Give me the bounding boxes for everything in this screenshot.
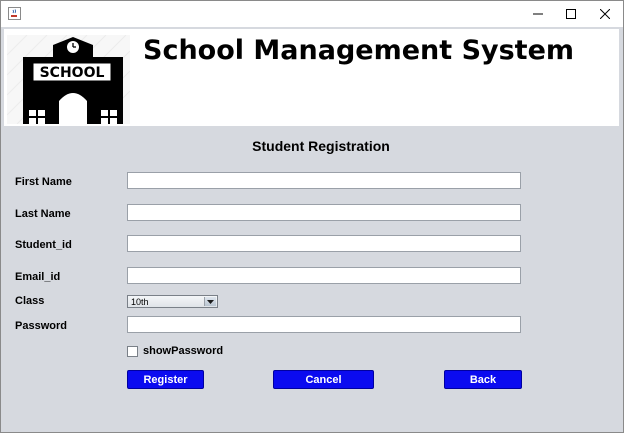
title-bar: [1, 1, 623, 27]
cancel-button[interactable]: Cancel: [273, 370, 374, 389]
class-label: Class: [15, 295, 45, 307]
first-name-label: First Name: [15, 176, 72, 188]
chevron-down-icon: [204, 297, 216, 306]
maximize-button[interactable]: [554, 1, 588, 27]
header-banner: SCHOOL School Management System: [4, 29, 619, 126]
back-button[interactable]: Back: [444, 370, 522, 389]
form-title: Student Registration: [252, 138, 390, 154]
minimize-button[interactable]: [521, 1, 555, 27]
logo-text: SCHOOL: [39, 65, 105, 81]
register-button[interactable]: Register: [127, 370, 204, 389]
show-password-checkbox[interactable]: [127, 346, 138, 357]
school-logo: SCHOOL: [6, 34, 131, 125]
close-icon: [600, 9, 610, 19]
java-cup-icon: [8, 7, 21, 20]
app-title: School Management System: [143, 35, 575, 66]
minimize-icon: [533, 13, 543, 15]
maximize-icon: [566, 9, 576, 19]
last-name-field[interactable]: [127, 204, 521, 221]
show-password-label[interactable]: showPassword: [143, 345, 223, 357]
app-window: SCHOOL School Management System Student …: [0, 0, 624, 433]
class-select[interactable]: 10th: [127, 295, 218, 308]
close-button[interactable]: [588, 1, 622, 27]
student-id-field[interactable]: [127, 235, 521, 252]
first-name-field[interactable]: [127, 172, 521, 189]
class-selected-value: 10th: [131, 297, 149, 307]
password-label: Password: [15, 320, 67, 332]
student-id-label: Student_id: [15, 239, 72, 251]
last-name-label: Last Name: [15, 208, 71, 220]
email-id-label: Email_id: [15, 271, 61, 283]
password-field[interactable]: [127, 316, 521, 333]
email-id-field[interactable]: [127, 267, 521, 284]
